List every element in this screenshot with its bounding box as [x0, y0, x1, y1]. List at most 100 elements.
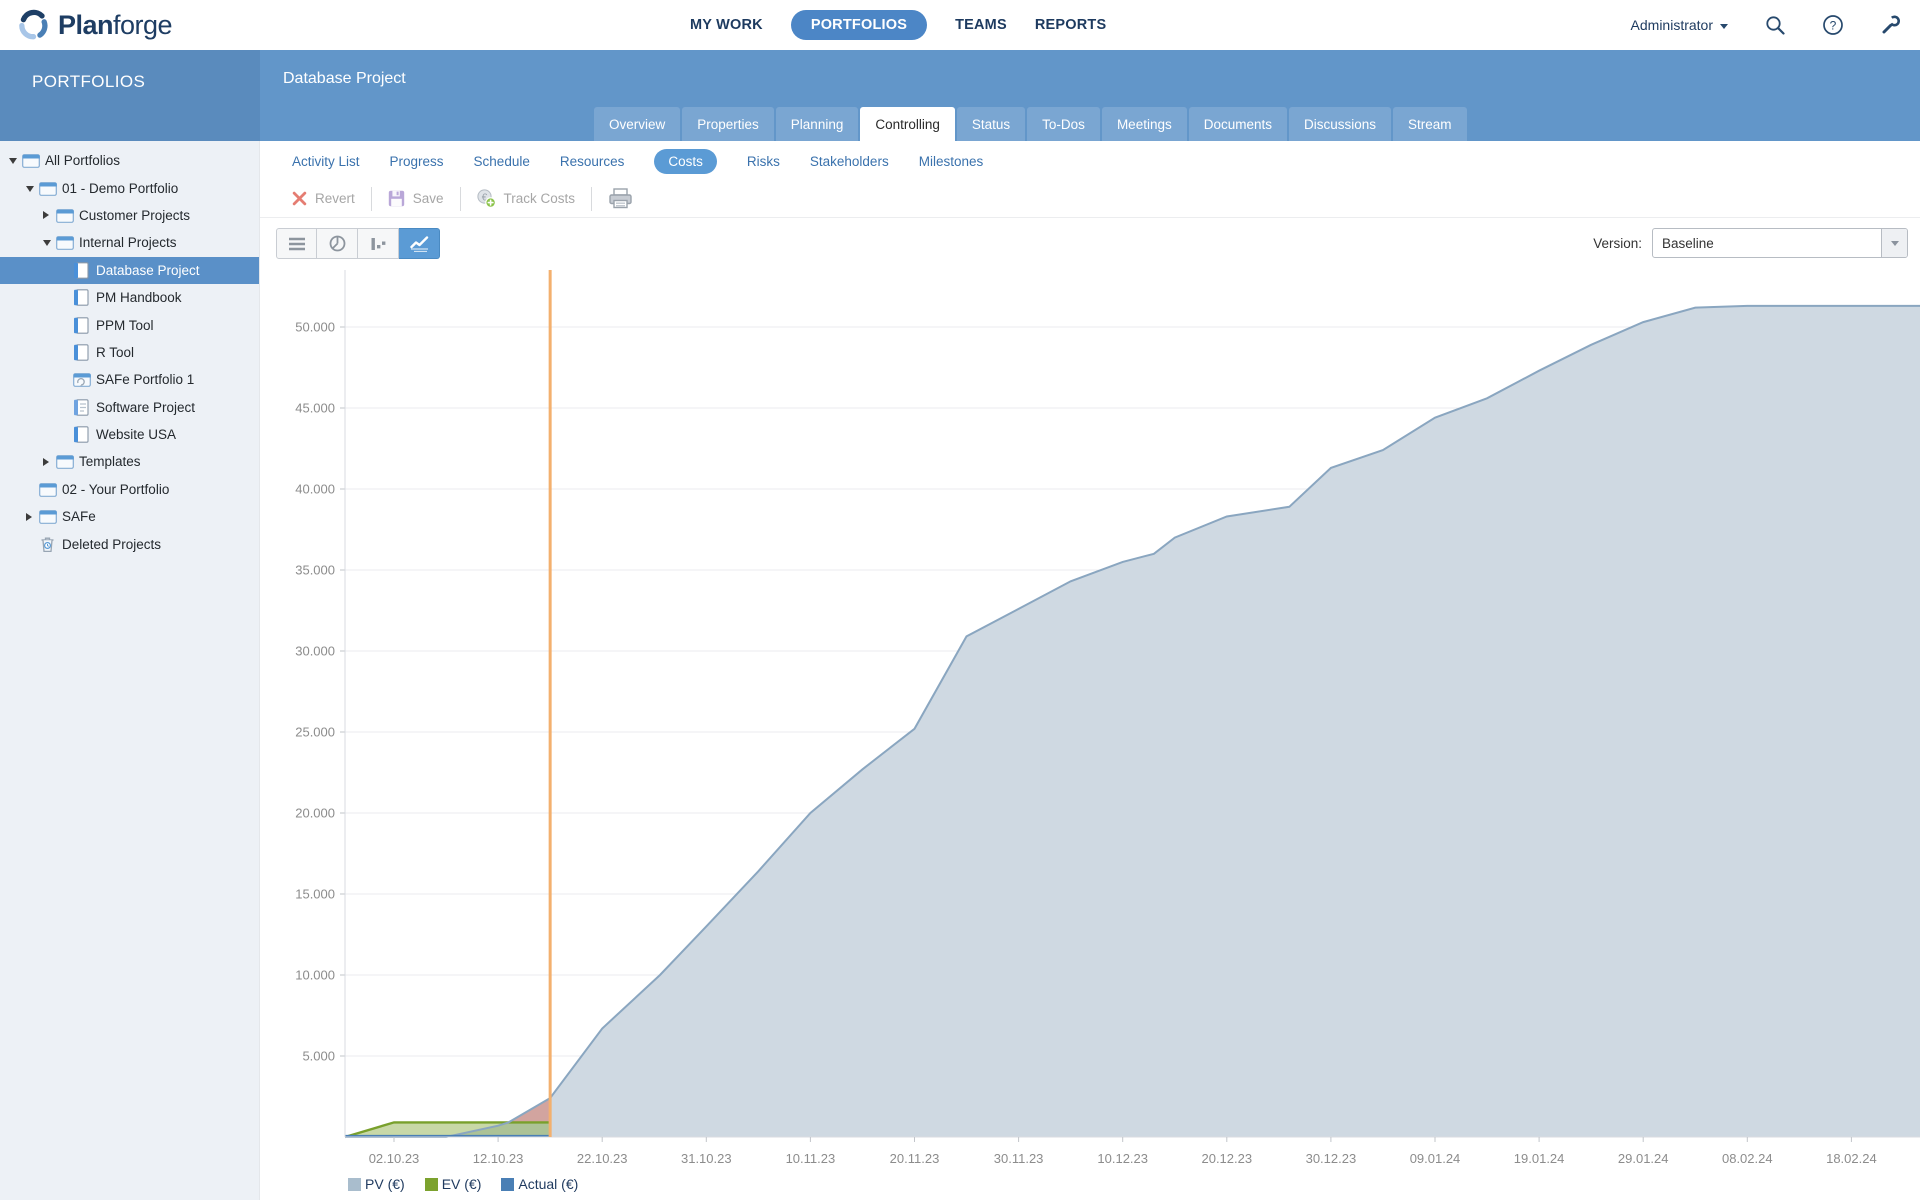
revert-x-icon — [292, 191, 307, 206]
subtab-resources[interactable]: Resources — [560, 154, 625, 169]
tree-expand-arrow[interactable] — [26, 512, 32, 521]
subtab-milestones[interactable]: Milestones — [919, 154, 984, 169]
nav-item-teams[interactable]: TEAMS — [955, 17, 1007, 33]
line-chart-view-button[interactable] — [399, 228, 440, 259]
x-axis-label: 08.02.24 — [1722, 1151, 1773, 1166]
tree-item-label: PM Handbook — [96, 290, 182, 306]
tab-to-dos[interactable]: To-Dos — [1027, 107, 1100, 141]
project-icon — [73, 344, 89, 361]
folder-icon — [39, 482, 57, 497]
track-costs-button[interactable]: € Track Costs — [476, 189, 575, 208]
tab-discussions[interactable]: Discussions — [1289, 107, 1392, 141]
tree-expand-arrow[interactable] — [43, 457, 49, 466]
line-chart-icon — [409, 235, 428, 252]
bar-chart-view-button[interactable] — [358, 228, 399, 259]
tree-item-label: Customer Projects — [79, 207, 191, 223]
version-select-value: Baseline — [1662, 235, 1714, 251]
print-button[interactable] — [608, 188, 633, 209]
tab-overview[interactable]: Overview — [594, 107, 681, 141]
cost-chart: 5.000 10.000 15.000 20.000 25.000 30.000 35.00… — [260, 268, 1920, 1200]
sidebar-header: PORTFOLIOS — [0, 50, 260, 141]
help-icon[interactable]: ? — [1822, 14, 1844, 36]
sidebar-item-customer-projects[interactable]: Customer Projects — [0, 202, 259, 229]
y-axis-label: 50.000 — [295, 320, 335, 335]
tree-collapse-arrow[interactable] — [26, 185, 34, 192]
tree-item-label: PPM Tool — [96, 317, 154, 333]
subtab-stakeholders[interactable]: Stakeholders — [810, 154, 889, 169]
safe-icon — [73, 372, 91, 388]
nav-item-my-work[interactable]: MY WORK — [690, 17, 763, 33]
subtab-activity-list[interactable]: Activity List — [292, 154, 360, 169]
project-tabs: Overview Properties Planning Controlling Sta… — [594, 107, 1467, 141]
sidebar-item-templates[interactable]: Templates — [0, 448, 259, 475]
toolbar-separator — [591, 186, 593, 211]
costs-toolbar: Revert Save € Track Costs — [260, 180, 1920, 218]
nav-item-reports[interactable]: REPORTS — [1035, 17, 1107, 33]
x-axis-label: 09.01.24 — [1410, 1151, 1461, 1166]
sidebar-item-all-portfolios[interactable]: All Portfolios — [0, 147, 259, 174]
y-axis-label: 20.000 — [295, 806, 335, 821]
sidebar-item-02-your-portfolio[interactable]: 02 - Your Portfolio — [0, 476, 259, 503]
subtab-schedule[interactable]: Schedule — [474, 154, 530, 169]
subtab-costs[interactable]: Costs — [654, 148, 717, 174]
tree-expand-arrow[interactable] — [43, 211, 49, 220]
wrench-icon[interactable] — [1880, 14, 1902, 36]
save-floppy-icon — [388, 190, 404, 207]
tree-item-label: SAFe — [62, 509, 96, 525]
version-select-arrow[interactable] — [1881, 229, 1907, 257]
tree-item-label: R Tool — [96, 344, 135, 360]
save-label: Save — [412, 191, 444, 206]
x-axis-label: 12.10.23 — [473, 1151, 524, 1166]
sidebar-item-pm-handbook[interactable]: PM Handbook — [0, 284, 259, 311]
version-control: Version: Baseline — [1593, 228, 1908, 258]
y-axis-label: 35.000 — [295, 563, 335, 578]
subtab-progress[interactable]: Progress — [390, 154, 444, 169]
software-icon — [73, 398, 89, 416]
table-view-button[interactable] — [276, 228, 317, 259]
x-axis-label: 30.12.23 — [1306, 1151, 1357, 1166]
sidebar-item-database-project[interactable]: Database Project — [0, 256, 259, 284]
page-title: Database Project — [283, 70, 406, 87]
header-band: PORTFOLIOS Database Project Overview Prop… — [0, 50, 1920, 141]
sidebar-item-deleted-projects[interactable]: Deleted Projects — [0, 530, 259, 557]
tab-stream[interactable]: Stream — [1393, 107, 1467, 141]
sidebar-item-software-project[interactable]: Software Project — [0, 394, 259, 421]
svg-text:?: ? — [1830, 19, 1837, 33]
tab-properties[interactable]: Properties — [682, 107, 774, 141]
tab-planning[interactable]: Planning — [775, 107, 859, 141]
pie-chart-view-button[interactable] — [317, 228, 358, 259]
revert-button[interactable]: Revert — [292, 191, 355, 206]
tab-documents[interactable]: Documents — [1188, 107, 1287, 141]
sidebar-item-website-usa[interactable]: Website USA — [0, 421, 259, 448]
nav-item-portfolios[interactable]: PORTFOLIOS — [790, 10, 928, 40]
x-axis-label: 10.11.23 — [786, 1151, 836, 1166]
tab-status[interactable]: Status — [956, 107, 1026, 141]
y-axis-label: 5.000 — [302, 1049, 335, 1064]
tab-meetings[interactable]: Meetings — [1101, 107, 1187, 141]
sidebar-item-01-demo-portfolio[interactable]: 01 - Demo Portfolio — [0, 174, 259, 201]
user-menu[interactable]: Administrator — [1631, 17, 1728, 33]
save-button[interactable]: Save — [388, 190, 444, 207]
sidebar-item-safe-portfolio-1[interactable]: SAFe Portfolio 1 — [0, 366, 259, 393]
subtab-risks[interactable]: Risks — [747, 154, 780, 169]
toolbar-separator — [459, 186, 461, 211]
sidebar-item-safe[interactable]: SAFe — [0, 503, 259, 530]
tree-collapse-arrow[interactable] — [43, 240, 51, 247]
tree-item-label: Templates — [79, 454, 141, 470]
project-icon — [73, 262, 89, 279]
sidebar-item-ppm-tool[interactable]: PPM Tool — [0, 311, 259, 338]
cost-area-chart[interactable]: 5.000 10.000 15.000 20.000 25.000 30.000 35.00… — [260, 268, 1920, 1200]
sidebar-item-internal-projects[interactable]: Internal Projects — [0, 229, 259, 256]
tree-item-label: All Portfolios — [45, 153, 121, 169]
search-icon[interactable] — [1764, 14, 1786, 36]
version-select[interactable]: Baseline — [1652, 228, 1908, 258]
tree-collapse-arrow[interactable] — [9, 158, 17, 165]
planforge-logo[interactable]: Planforge — [16, 8, 173, 42]
project-icon — [73, 289, 89, 306]
chart-legend: PV (€) EV (€) Actual (€) — [348, 1176, 578, 1192]
folder-icon — [39, 509, 57, 525]
tab-controlling[interactable]: Controlling — [860, 107, 955, 141]
sidebar-item-r-tool[interactable]: R Tool — [0, 339, 259, 366]
chevron-down-icon — [1720, 23, 1728, 29]
x-axis-label: 02.10.23 — [369, 1151, 420, 1166]
